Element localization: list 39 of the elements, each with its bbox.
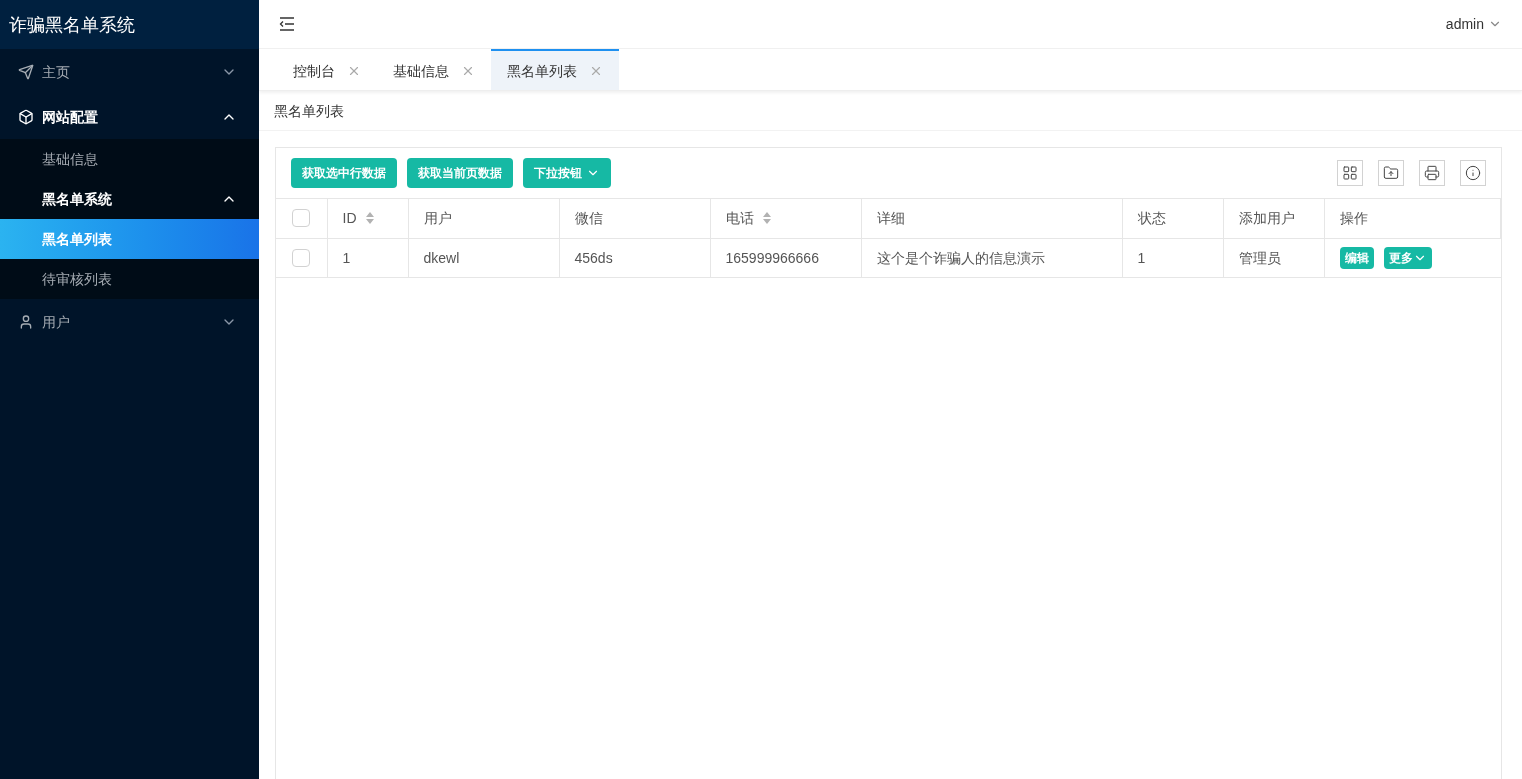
info-icon[interactable] <box>1460 160 1486 186</box>
app-title: 诈骗黑名单系统 <box>0 0 259 49</box>
menu-item[interactable]: 黑名单系统 <box>0 179 259 219</box>
menu-item[interactable]: 主页 <box>0 49 259 94</box>
column-header: 微信 <box>574 209 603 229</box>
table-cell: dkewl <box>423 249 460 266</box>
column-header[interactable]: 电话 <box>725 208 772 229</box>
table-cell: 165999966666 <box>725 249 819 266</box>
table-cell: 这个是个诈骗人的信息演示 <box>876 249 1045 266</box>
column-header[interactable]: ID <box>342 208 375 229</box>
column-header: 详细 <box>876 209 905 229</box>
sort-icon[interactable] <box>364 211 375 226</box>
checkbox[interactable] <box>292 248 310 267</box>
table-cell: 1 <box>1137 249 1146 266</box>
print-icon[interactable] <box>1419 160 1445 186</box>
menu-item[interactable]: 基础信息 <box>0 139 259 179</box>
menu-item[interactable]: 网站配置 <box>0 94 259 139</box>
paper-plane-icon <box>18 63 34 80</box>
tab[interactable]: 基础信息 <box>377 49 491 90</box>
tab[interactable]: 控制台 <box>277 49 377 90</box>
user-menu[interactable]: admin <box>1445 14 1502 34</box>
menu-fold-icon[interactable] <box>279 17 295 31</box>
table-cell: 管理员 <box>1238 249 1281 266</box>
page-title: 黑名单列表 <box>274 101 344 121</box>
table-cell: 456ds <box>574 249 613 266</box>
sort-icon[interactable] <box>761 211 772 226</box>
table-cell: 1 <box>342 249 351 266</box>
export-icon[interactable] <box>1378 160 1404 186</box>
menu-item[interactable]: 用户 <box>0 299 259 344</box>
cube-icon <box>18 108 34 125</box>
tab[interactable]: 黑名单列表 <box>491 49 619 90</box>
user-icon <box>18 313 34 330</box>
column-grid-icon[interactable] <box>1337 160 1363 186</box>
column-header: 状态 <box>1137 209 1166 229</box>
column-header: 用户 <box>423 209 452 229</box>
column-header: 添加用户 <box>1238 209 1295 229</box>
menu-item[interactable]: 待审核列表 <box>0 259 259 299</box>
column-header: 操作 <box>1339 209 1368 229</box>
checkbox[interactable] <box>292 209 310 228</box>
